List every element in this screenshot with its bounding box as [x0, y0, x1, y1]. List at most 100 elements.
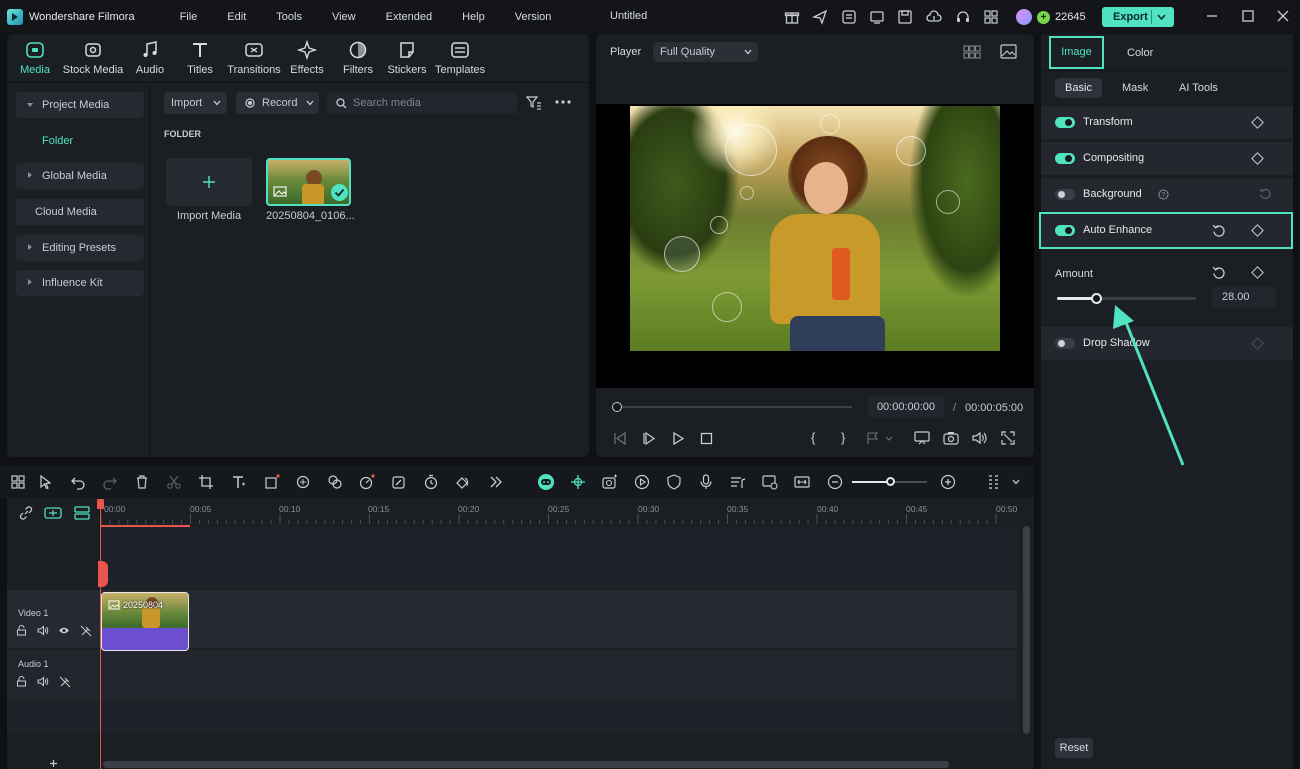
video-viewer[interactable]: [596, 104, 1034, 388]
gift-icon[interactable]: [784, 9, 800, 25]
import-button[interactable]: Import: [164, 92, 227, 114]
zoom-out-icon[interactable]: [827, 474, 843, 490]
subtab-ai-tools[interactable]: AI Tools: [1179, 82, 1218, 94]
horizontal-scrollbar[interactable]: [103, 761, 949, 768]
playhead-head[interactable]: [97, 499, 104, 509]
save-icon[interactable]: [897, 9, 913, 25]
amount-value-field[interactable]: 28.00: [1212, 287, 1276, 308]
preview-icon[interactable]: [762, 474, 778, 490]
keyframe-diamond-icon[interactable]: [1251, 152, 1264, 165]
minimize-icon[interactable]: [1205, 9, 1219, 23]
sidebar-item-editing-presets[interactable]: Editing Presets: [16, 235, 144, 261]
playhead-split-handle[interactable]: [98, 561, 108, 587]
play-icon[interactable]: [672, 432, 685, 445]
reset-button[interactable]: Reset: [1055, 738, 1093, 758]
shield-icon[interactable]: [666, 474, 682, 490]
tab-templates[interactable]: Templates: [435, 40, 485, 76]
lock-icon[interactable]: [16, 676, 27, 687]
auto-enhance-toggle[interactable]: [1055, 225, 1075, 236]
scissors-icon[interactable]: [166, 474, 182, 490]
menu-extended[interactable]: Extended: [371, 11, 447, 23]
sidebar-item-cloud-media[interactable]: Cloud Media: [16, 199, 144, 225]
ai-copilot-icon[interactable]: [537, 473, 555, 491]
chevron-down-icon[interactable]: [1157, 13, 1166, 21]
keyframe-diamond-icon[interactable]: [1251, 224, 1264, 237]
drag-handle-icon[interactable]: [986, 474, 1002, 490]
avatar[interactable]: [1016, 9, 1032, 25]
tab-stickers[interactable]: Stickers: [387, 40, 427, 76]
media-clip-thumbnail[interactable]: [266, 158, 351, 206]
mark-out-icon[interactable]: }: [841, 430, 845, 445]
tab-transitions[interactable]: Transitions: [227, 40, 281, 76]
volume-icon[interactable]: [972, 431, 988, 445]
grid-view-icon[interactable]: [963, 45, 981, 59]
sidebar-item-folder[interactable]: Folder: [16, 128, 144, 154]
tab-color[interactable]: Color: [1127, 47, 1153, 59]
more-tools-icon[interactable]: [488, 474, 504, 490]
mark-in-icon[interactable]: {: [811, 430, 815, 445]
send-icon[interactable]: [812, 9, 828, 25]
add-track-icon[interactable]: [44, 506, 62, 520]
keyframe-diamond-icon[interactable]: [1251, 266, 1264, 279]
add-icon[interactable]: [49, 759, 58, 768]
reset-icon[interactable]: [1259, 188, 1272, 201]
vertical-scrollbar[interactable]: [1023, 526, 1030, 734]
delete-icon[interactable]: [134, 474, 150, 490]
keyframe-diamond-icon[interactable]: [1251, 116, 1264, 129]
cloud-upload-icon[interactable]: [926, 9, 942, 25]
mute-edit-icon[interactable]: [80, 625, 92, 637]
play-frame-icon[interactable]: [642, 432, 656, 445]
mute-edit-icon[interactable]: [59, 676, 71, 688]
display-settings-icon[interactable]: [914, 431, 930, 445]
subtab-basic[interactable]: Basic: [1055, 78, 1102, 98]
select-tool-icon[interactable]: [38, 474, 54, 490]
maximize-icon[interactable]: [1241, 9, 1255, 23]
fullscreen-icon[interactable]: [1001, 431, 1015, 445]
keyframe-path-icon[interactable]: [455, 474, 471, 490]
subtab-mask[interactable]: Mask: [1122, 82, 1148, 94]
timeline-video-clip[interactable]: 20250804: [101, 592, 189, 651]
record-button[interactable]: Record: [236, 92, 319, 114]
template-icon[interactable]: [841, 9, 857, 25]
menu-edit[interactable]: Edit: [212, 11, 261, 23]
tab-titles[interactable]: Titles: [181, 40, 219, 76]
import-media-tile[interactable]: [166, 158, 252, 206]
sidebar-item-influence-kit[interactable]: Influence Kit: [16, 270, 144, 296]
speed-icon[interactable]: [359, 474, 375, 490]
menu-file[interactable]: File: [165, 11, 213, 23]
credits-badge[interactable]: + 22645: [1010, 7, 1092, 27]
quality-select[interactable]: Full Quality: [653, 42, 758, 62]
help-icon[interactable]: ?: [1158, 189, 1169, 200]
speaker-icon[interactable]: [37, 676, 49, 687]
tab-effects[interactable]: Effects: [289, 40, 325, 76]
tab-audio[interactable]: Audio: [131, 40, 169, 76]
keyframe-diamond-icon[interactable]: [1251, 337, 1264, 350]
auto-enhance-row[interactable]: Auto Enhance: [1039, 212, 1293, 249]
fit-timeline-icon[interactable]: [794, 474, 810, 490]
timer-icon[interactable]: [423, 474, 439, 490]
eye-icon[interactable]: [58, 626, 70, 635]
export-button[interactable]: Export: [1102, 7, 1174, 27]
background-toggle[interactable]: [1055, 189, 1075, 200]
zoom-slider-handle[interactable]: [886, 477, 895, 486]
track-layout-icon[interactable]: [74, 506, 90, 520]
menu-version[interactable]: Version: [500, 11, 567, 23]
render-preview-icon[interactable]: [634, 474, 650, 490]
prev-frame-icon[interactable]: [613, 432, 627, 445]
headset-icon[interactable]: [955, 9, 971, 25]
undo-icon[interactable]: [70, 474, 86, 490]
crop-icon[interactable]: [198, 474, 214, 490]
layout-grid-icon[interactable]: [10, 474, 26, 490]
close-icon[interactable]: [1276, 9, 1290, 23]
menu-tools[interactable]: Tools: [261, 11, 317, 23]
tab-stock-media[interactable]: Stock Media: [61, 40, 125, 76]
auto-ripple-icon[interactable]: [570, 474, 586, 490]
playback-progress-bar[interactable]: [616, 406, 852, 408]
multicam-icon[interactable]: [602, 474, 618, 490]
menu-help[interactable]: Help: [447, 11, 500, 23]
reset-icon[interactable]: [1212, 266, 1226, 280]
blend-icon[interactable]: [327, 474, 343, 490]
marker-icon[interactable]: [866, 432, 894, 445]
ai-edit-icon[interactable]: [391, 474, 407, 490]
transform-toggle[interactable]: [1055, 117, 1075, 128]
